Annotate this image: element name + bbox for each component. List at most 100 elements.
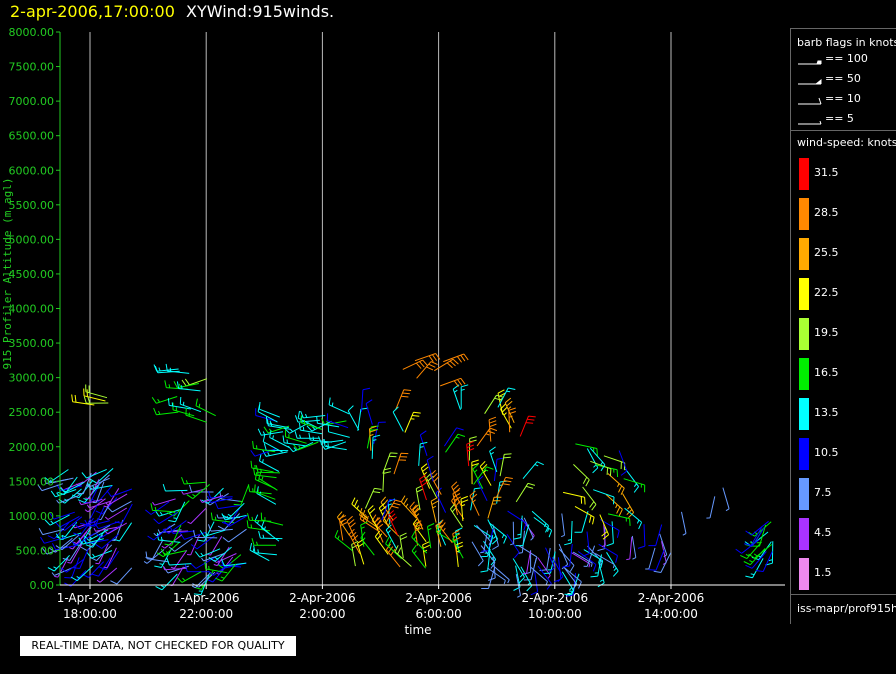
barb-flag-row: == 5 [797, 112, 892, 128]
wind-barb [607, 473, 625, 495]
wind-barb [90, 468, 114, 484]
wind-barb [392, 406, 404, 432]
wind-barb [427, 523, 435, 549]
wind-barb [595, 464, 619, 478]
y-tick-label: 4000.00 [9, 303, 55, 316]
wind-barb [564, 520, 573, 546]
wind-barb [411, 530, 428, 554]
wind-barb [164, 380, 189, 390]
wind-barb [631, 535, 637, 560]
wind-barb [562, 491, 586, 505]
wind-barb [364, 487, 382, 509]
wind-barb [151, 396, 178, 404]
wind-barb [606, 552, 619, 577]
y-tick-label: 2000.00 [9, 441, 55, 454]
wind-profile-chart: 1-Apr-2006 18:00:00 1-Apr-2006 22:00:00 2-Ap… [1, 26, 785, 637]
wind-barb [167, 500, 190, 517]
wind-barb [258, 401, 280, 418]
speed-color-swatch [799, 518, 809, 550]
wind-barb [404, 411, 421, 433]
x-tick-label-time: 14:00:00 [644, 607, 698, 621]
x-tick-label-time: 6:00:00 [415, 607, 461, 621]
y-tick-label: 6000.00 [9, 164, 55, 177]
wind-barb [167, 398, 191, 410]
x-tick-label-date: 2-Apr-2006 [405, 591, 472, 605]
wind-barb [181, 378, 208, 387]
barb-flag-icon [798, 60, 822, 65]
speed-color-swatch [799, 238, 809, 270]
wind-barb [438, 519, 453, 544]
wind-barb [367, 505, 379, 531]
wind-barb [222, 528, 247, 543]
speed-scale-label: 7.5 [814, 486, 832, 499]
barb-flag-row: == 50 [797, 72, 892, 88]
wind-barb [445, 433, 466, 453]
wind-barb [152, 498, 176, 506]
wind-barb [626, 537, 633, 561]
wind-barb [214, 501, 240, 510]
wind-barb [471, 541, 484, 567]
legend-panel: barb flags in knots == 100 == 50 == 10 == 5… [790, 28, 896, 624]
wind-barb [269, 430, 290, 448]
y-tick-label: 5000.00 [9, 233, 55, 246]
wind-barb [499, 453, 512, 477]
barb-flag-label: == 50 [825, 72, 861, 85]
wind-barb [259, 453, 280, 472]
wind-barb [187, 507, 207, 525]
wind-barb [162, 483, 188, 492]
speed-color-swatch [799, 318, 809, 350]
wind-barb [402, 359, 428, 370]
wind-barb [497, 389, 506, 415]
wind-barb [47, 554, 70, 572]
wind-barb [258, 471, 278, 491]
y-tick-label: 500.00 [16, 544, 55, 557]
wind-barb [561, 513, 565, 538]
wind-barb [551, 557, 564, 583]
x-tick-label-date: 1-Apr-2006 [57, 591, 124, 605]
x-tick-label-time: 10:00:00 [528, 607, 582, 621]
wind-speed-title: wind-speed: knots [797, 136, 896, 149]
barb-flag-label: == 100 [825, 52, 868, 65]
wind-barb [469, 490, 480, 516]
x-tick-label-time: 2:00:00 [299, 607, 345, 621]
wind-barb [179, 396, 202, 413]
wind-barb [426, 455, 434, 482]
y-tick-label: 3500.00 [9, 337, 55, 350]
wind-barb [681, 511, 687, 536]
wind-barb [430, 497, 439, 523]
barb-flag-label: == 10 [825, 92, 861, 105]
wind-barb [371, 434, 381, 459]
wind-barb [440, 377, 466, 387]
y-tick-label: 1500.00 [9, 475, 55, 488]
wind-barb [400, 495, 417, 519]
y-tick-label: 6500.00 [9, 130, 55, 143]
wind-barb [487, 496, 502, 519]
wind-barbs [37, 353, 774, 598]
speed-scale-label: 16.5 [814, 366, 839, 379]
x-tick-label-date: 1-Apr-2006 [173, 591, 240, 605]
wind-barb [347, 405, 360, 431]
x-tick-label-date: 2-Apr-2006 [638, 591, 705, 605]
wind-barb [373, 421, 386, 445]
wind-barb [145, 539, 164, 560]
legend-divider [790, 130, 896, 131]
x-tick-label-time: 18:00:00 [63, 607, 117, 621]
y-tick-label: 7000.00 [9, 95, 55, 108]
wind-barb [517, 544, 538, 565]
wind-barb [95, 543, 109, 565]
wind-barb [85, 384, 108, 399]
x-tick-label-time: 22:00:00 [179, 607, 233, 621]
speed-scale-label: 1.5 [814, 566, 832, 579]
y-tick-label: 1000.00 [9, 510, 55, 523]
wind-barb [105, 493, 128, 506]
wind-barb [233, 484, 250, 506]
wind-barb [470, 487, 482, 511]
wind-barb [254, 514, 272, 536]
quality-notice: REAL-TIME DATA, NOT CHECKED FOR QUALITY [20, 636, 296, 656]
speed-scale-label: 19.5 [814, 326, 839, 339]
wind-barb [179, 532, 206, 540]
wind-barb [106, 488, 133, 497]
wind-barb [476, 427, 498, 447]
wind-barb [443, 427, 464, 447]
y-tick-label: 8000.00 [9, 26, 55, 39]
